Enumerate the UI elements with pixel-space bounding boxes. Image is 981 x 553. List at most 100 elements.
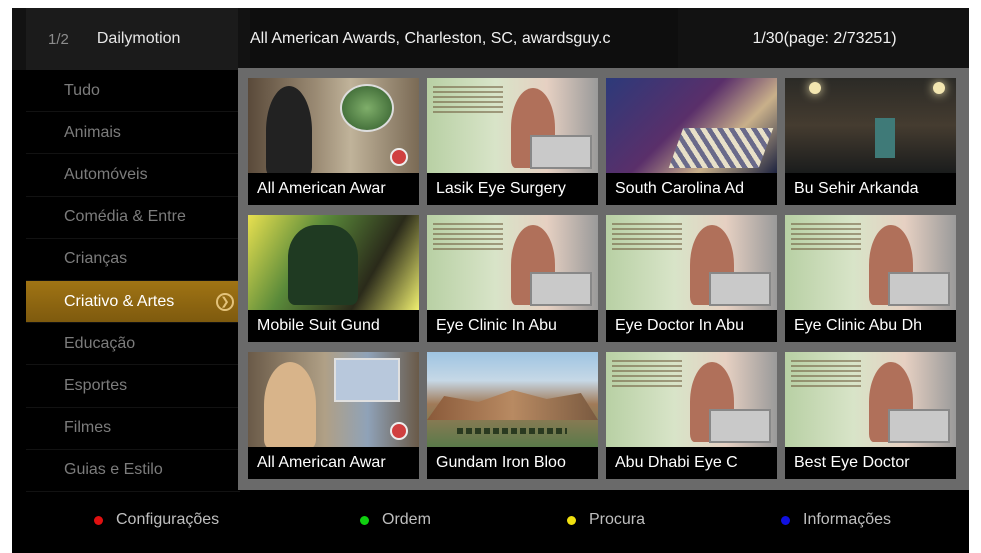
- green-key-ordem[interactable]: Ordem: [360, 500, 431, 540]
- laptop-icon: [709, 409, 771, 443]
- category-item-tudo[interactable]: Tudo: [26, 70, 240, 113]
- yellow-key-procura[interactable]: Procura: [567, 500, 645, 540]
- video-title: Lasik Eye Surgery: [427, 173, 598, 205]
- category-item-filmes[interactable]: Filmes: [26, 408, 240, 450]
- category-item-esportes[interactable]: Esportes: [26, 365, 240, 408]
- video-tile[interactable]: Eye Clinic In Abu: [427, 215, 598, 342]
- laptop-icon: [530, 135, 592, 169]
- video-tile[interactable]: South Carolina Ad: [606, 78, 777, 205]
- category-item-animais[interactable]: Animais: [26, 112, 240, 155]
- anime-character: [288, 225, 358, 305]
- category-item-criancas[interactable]: Crianças: [26, 239, 240, 281]
- footer-label: Procura: [589, 511, 646, 528]
- video-title: All American Awar: [248, 447, 419, 479]
- video-tile[interactable]: Eye Doctor In Abu: [606, 215, 777, 342]
- video-thumbnail: [606, 78, 777, 173]
- blue-dot-icon: [781, 515, 790, 525]
- category-label: Comédia & Entre: [64, 208, 186, 226]
- presenter-figure: [266, 86, 312, 173]
- app-name: Dailymotion: [96, 30, 181, 47]
- green-dot-icon: [360, 515, 369, 525]
- footer-label: Ordem: [382, 511, 431, 528]
- footer-label: Configurações: [116, 511, 220, 528]
- video-thumbnail: [785, 78, 956, 173]
- video-title: Bu Sehir Arkanda: [785, 173, 956, 205]
- category-label: Guias e Estilo: [64, 461, 163, 479]
- video-thumbnail: [248, 78, 419, 173]
- category-sidebar: Tudo Animais Automóveis Comédia & Entre …: [26, 70, 240, 492]
- category-item-automoveis[interactable]: Automóveis: [26, 154, 240, 197]
- selected-video-title-text: All American Awards, Charleston, SC, awa…: [250, 30, 611, 47]
- video-title: Gundam Iron Bloo: [427, 447, 598, 479]
- category-label: Tudo: [64, 81, 100, 99]
- app-header: 1/2 Dailymotion: [26, 8, 238, 70]
- laptop-icon: [888, 409, 950, 443]
- video-tile[interactable]: Gundam Iron Bloo: [427, 352, 598, 479]
- red-dot-icon: [94, 515, 103, 525]
- header-bar: 1/2 Dailymotion All American Awards, Cha…: [12, 8, 969, 70]
- channel-logo-icon: [390, 422, 408, 440]
- desk-papers: [668, 128, 774, 168]
- red-key-configuracoes[interactable]: Configurações: [94, 500, 219, 540]
- video-title: South Carolina Ad: [606, 173, 777, 205]
- video-thumbnail: [248, 352, 419, 447]
- video-title: Abu Dhabi Eye C: [606, 447, 777, 479]
- video-tile[interactable]: All American Awar: [248, 78, 419, 205]
- color-key-bar: Configurações Ordem Procura Informações: [12, 500, 969, 540]
- video-title: Eye Clinic Abu Dh: [785, 310, 956, 342]
- category-item-guias-estilo[interactable]: Guias e Estilo: [26, 450, 240, 492]
- thumbnail-overlay-text: [433, 223, 503, 251]
- yellow-dot-icon: [567, 515, 576, 525]
- video-title: Eye Doctor In Abu: [606, 310, 777, 342]
- screen-display: [334, 358, 400, 402]
- video-grid: All American Awar Lasik Eye Surgery Sout…: [238, 68, 969, 490]
- figure-silhouette: [875, 118, 895, 158]
- video-thumbnail: [427, 78, 598, 173]
- laptop-icon: [530, 272, 592, 306]
- category-label: Criativo & Artes: [64, 292, 175, 310]
- video-title: Mobile Suit Gund: [248, 310, 419, 342]
- video-thumbnail: [606, 215, 777, 310]
- category-label: Educação: [64, 334, 136, 352]
- canyon-cliffs: [427, 390, 598, 420]
- category-item-comedia[interactable]: Comédia & Entre: [26, 197, 240, 239]
- category-label: Filmes: [64, 419, 112, 437]
- blue-key-informacoes[interactable]: Informações: [781, 500, 891, 540]
- video-tile[interactable]: Bu Sehir Arkanda: [785, 78, 956, 205]
- thumbnail-overlay-text: [612, 223, 682, 251]
- item-counter: 1/30(page: 2/73251): [680, 8, 969, 70]
- award-medal-icon: [340, 84, 394, 132]
- laptop-icon: [888, 272, 950, 306]
- video-tile[interactable]: Lasik Eye Surgery: [427, 78, 598, 205]
- video-tile[interactable]: All American Awar: [248, 352, 419, 479]
- video-thumbnail: [606, 352, 777, 447]
- video-tile[interactable]: Abu Dhabi Eye C: [606, 352, 777, 479]
- category-label: Crianças: [64, 250, 128, 268]
- thumbnail-overlay-text: [457, 428, 567, 434]
- category-item-educacao[interactable]: Educação: [26, 323, 240, 366]
- tv-screen: 1/2 Dailymotion All American Awards, Cha…: [12, 8, 969, 553]
- video-title: Eye Clinic In Abu: [427, 310, 598, 342]
- category-label: Automóveis: [64, 165, 148, 183]
- thumbnail-overlay-text: [791, 360, 861, 388]
- page-indicator: 1/2: [48, 30, 69, 48]
- video-tile[interactable]: Eye Clinic Abu Dh: [785, 215, 956, 342]
- selected-video-title: All American Awards, Charleston, SC, awa…: [250, 8, 678, 70]
- video-thumbnail: [785, 215, 956, 310]
- video-thumbnail: [427, 352, 598, 447]
- thumbnail-overlay-text: [612, 360, 682, 388]
- street-light-icon: [809, 82, 821, 94]
- street-light-icon: [933, 82, 945, 94]
- video-title: Best Eye Doctor: [785, 447, 956, 479]
- video-tile[interactable]: Best Eye Doctor: [785, 352, 956, 479]
- video-tile[interactable]: Mobile Suit Gund: [248, 215, 419, 342]
- laptop-icon: [709, 272, 771, 306]
- video-thumbnail: [248, 215, 419, 310]
- category-item-criativo-artes[interactable]: Criativo & Artes ❯: [26, 280, 240, 324]
- video-thumbnail: [785, 352, 956, 447]
- presenter-figure: [264, 362, 316, 447]
- category-label: Esportes: [64, 376, 128, 394]
- video-thumbnail: [427, 215, 598, 310]
- chevron-right-icon: ❯: [216, 292, 234, 311]
- video-title: All American Awar: [248, 173, 419, 205]
